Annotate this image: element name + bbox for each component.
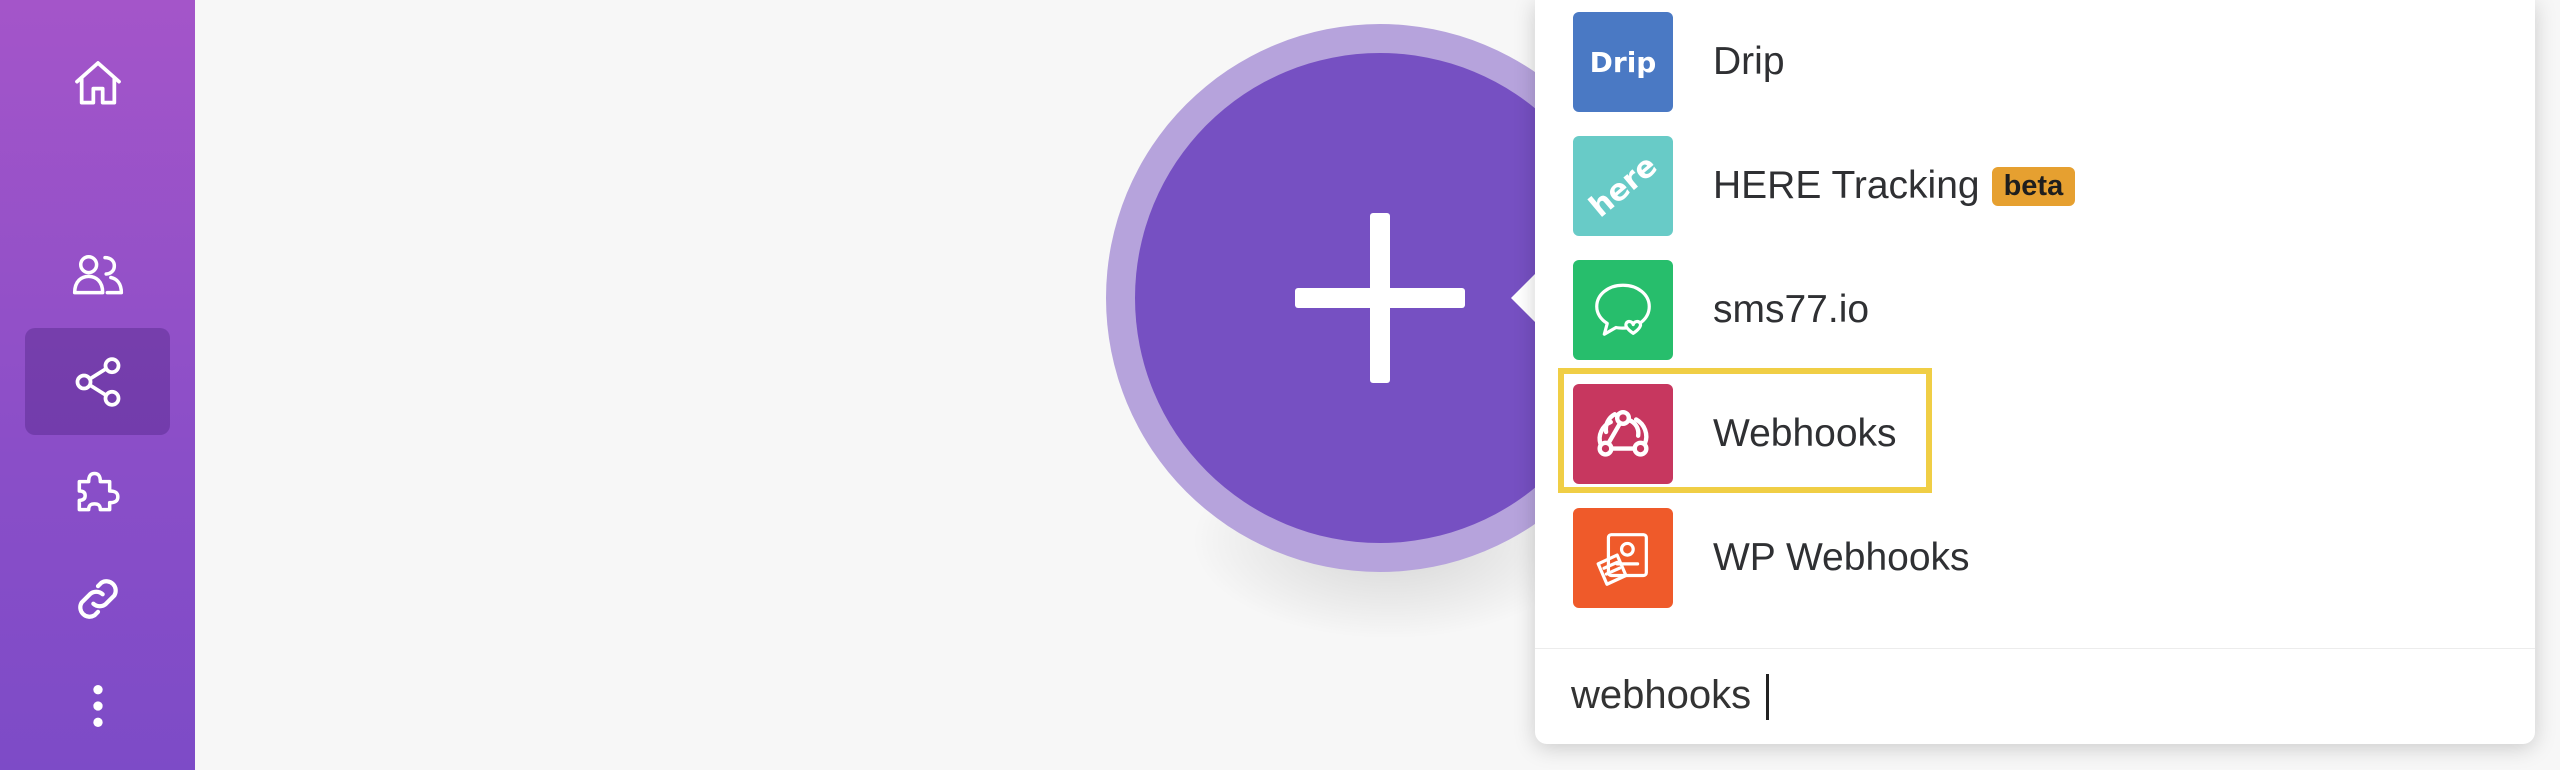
app-item-drip[interactable]: Drip Drip	[1573, 12, 2503, 112]
app-item-sms77[interactable]: sms77.io	[1573, 260, 2503, 360]
app-label: WP Webhooks	[1713, 536, 1970, 579]
app-item-here-tracking[interactable]: here HERE Tracking beta	[1573, 136, 2503, 236]
highlight-box	[1558, 368, 1932, 493]
sidebar-item-templates[interactable]	[25, 437, 170, 544]
app-item-wp-webhooks[interactable]: WP Webhooks	[1573, 508, 2503, 608]
popover-arrow	[1511, 274, 1535, 322]
here-logo: here	[1573, 136, 1673, 236]
sidebar-item-home[interactable]	[25, 30, 170, 137]
wp-webhooks-logo	[1573, 508, 1673, 608]
app-label: sms77.io	[1713, 288, 1870, 331]
sidebar-item-team[interactable]	[25, 220, 170, 327]
home-icon	[74, 60, 121, 105]
app-label: Drip	[1713, 40, 1785, 83]
puzzle-icon	[77, 471, 120, 511]
link-icon	[77, 578, 118, 619]
drip-logo: Drip	[1573, 12, 1673, 112]
search-divider	[1535, 648, 2535, 649]
text-caret	[1766, 674, 1769, 720]
sidebar-item-scenarios[interactable]	[25, 328, 170, 435]
sidebar-item-more[interactable]	[25, 652, 170, 759]
here-logo-text: here	[1582, 147, 1664, 225]
more-vertical-icon	[92, 684, 103, 727]
users-icon	[72, 254, 123, 294]
drip-logo-text: Drip	[1589, 45, 1657, 79]
share-icon	[75, 356, 120, 407]
plus-icon	[1295, 288, 1465, 308]
sidebar	[0, 0, 195, 770]
app-search-input[interactable]	[1571, 660, 2491, 730]
beta-badge: beta	[1991, 166, 2076, 206]
app-label: HERE Tracking	[1713, 164, 1980, 207]
sidebar-item-connections[interactable]	[25, 545, 170, 652]
chat-heart-icon	[1573, 260, 1673, 360]
